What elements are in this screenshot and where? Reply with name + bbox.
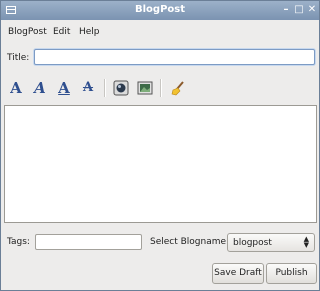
window-title: BlogPost	[134, 4, 185, 15]
strikethrough-icon: A	[82, 80, 94, 95]
underline-icon: A	[58, 79, 70, 97]
tags-input[interactable]	[35, 234, 142, 250]
menu-edit[interactable]: Edit	[53, 27, 70, 37]
minimize-button[interactable]: –	[281, 4, 291, 16]
close-button[interactable]: ✕	[307, 4, 317, 16]
italic-button[interactable]: A	[32, 80, 48, 96]
bold-icon: A	[10, 79, 22, 97]
spinner-arrows-icon: ▲ ▼	[303, 235, 309, 249]
toolbar-separator	[104, 79, 106, 97]
clear-format-button[interactable]	[170, 80, 186, 96]
underline-button[interactable]: A	[56, 80, 72, 96]
insert-image-button[interactable]	[137, 80, 153, 96]
insert-image-icon	[137, 81, 153, 95]
blogname-select[interactable]: blogpost ▲ ▼	[227, 233, 315, 252]
titlebar[interactable]: BlogPost – □ ✕	[1, 1, 319, 20]
tags-label: Tags:	[7, 237, 30, 247]
title-input[interactable]	[34, 49, 315, 65]
blogname-selected-value: blogpost	[233, 238, 272, 248]
save-draft-button[interactable]: Save Draft	[212, 263, 264, 284]
maximize-button[interactable]: □	[294, 4, 304, 16]
title-label: Title:	[7, 53, 30, 63]
clear-format-icon	[171, 81, 184, 96]
publish-button[interactable]: Publish	[266, 263, 317, 284]
strikethrough-button[interactable]: A	[80, 80, 96, 96]
post-editor[interactable]	[4, 105, 317, 223]
insert-link-icon	[113, 80, 129, 96]
insert-link-button[interactable]	[113, 80, 129, 96]
toolbar-separator	[160, 79, 162, 97]
blogpost-window: BlogPost – □ ✕ BlogPost Edit Help Title:…	[0, 0, 320, 291]
menu-help[interactable]: Help	[79, 27, 100, 37]
italic-icon: A	[34, 79, 46, 97]
bold-button[interactable]: A	[8, 80, 24, 96]
blogname-label: Select Blogname:	[150, 237, 230, 247]
menu-blogpost[interactable]: BlogPost	[8, 27, 47, 37]
